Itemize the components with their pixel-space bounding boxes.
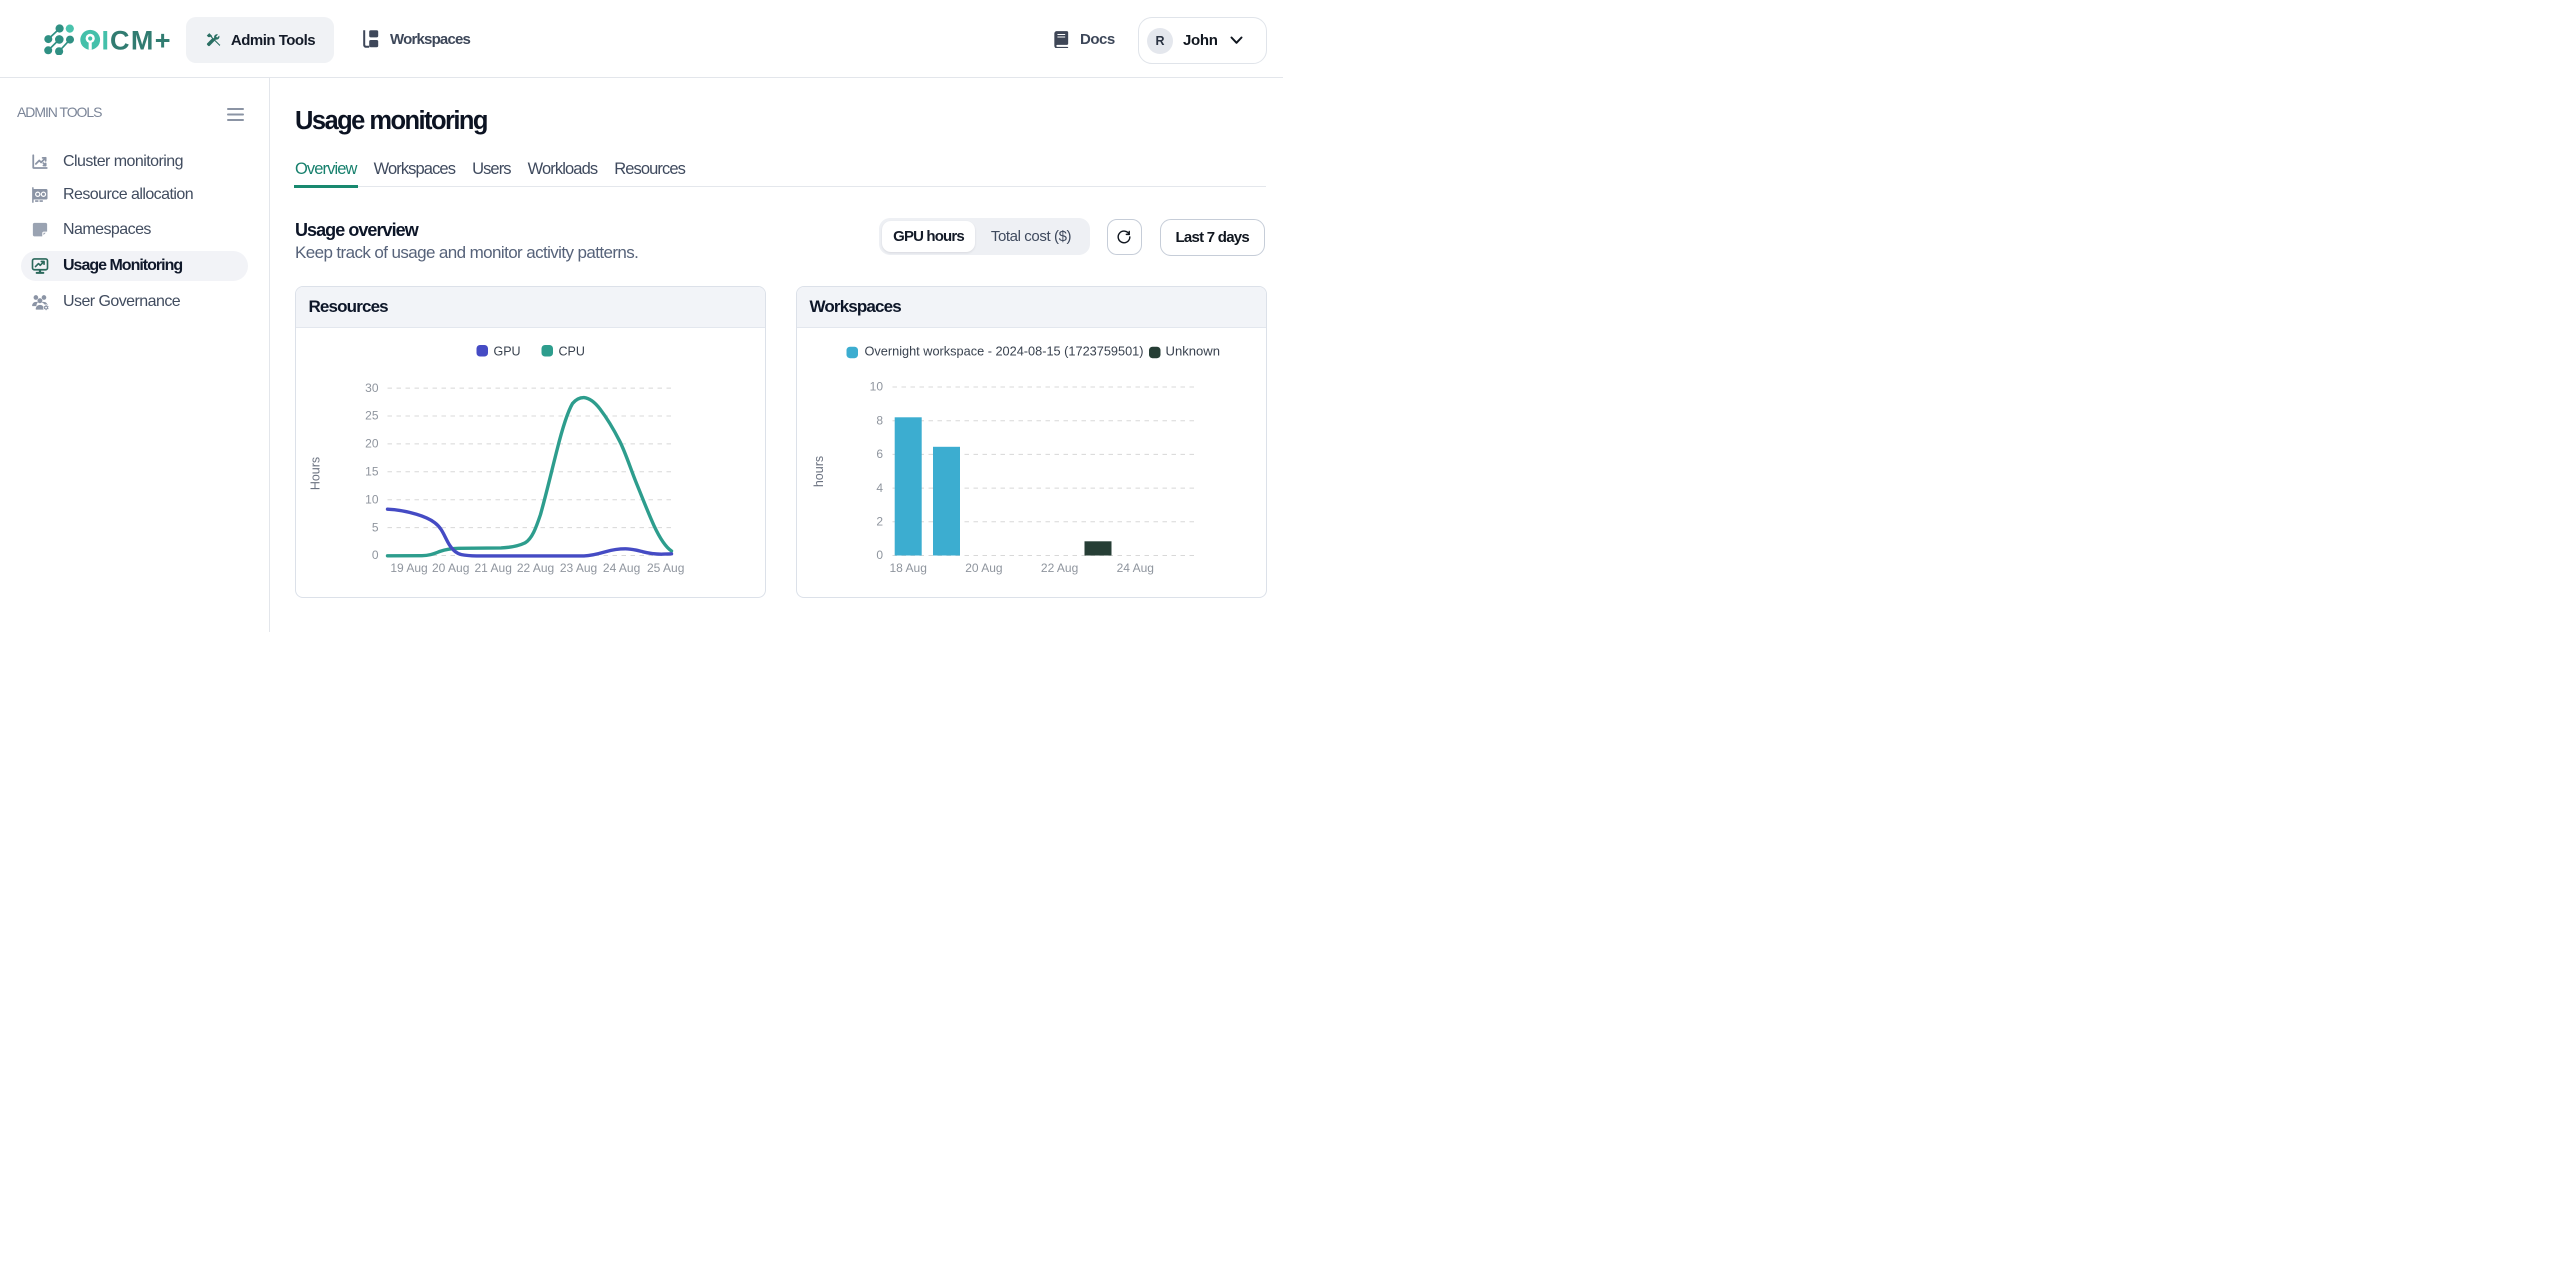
svg-text:22 Aug: 22 Aug xyxy=(1041,560,1078,574)
svg-text:10: 10 xyxy=(870,379,884,393)
svg-text:Hours: Hours xyxy=(309,456,323,489)
svg-text:24 Aug: 24 Aug xyxy=(603,560,640,574)
svg-text:24 Aug: 24 Aug xyxy=(1117,560,1154,574)
svg-text:20: 20 xyxy=(365,436,379,450)
svg-text:0: 0 xyxy=(372,548,379,562)
svg-text:21 Aug: 21 Aug xyxy=(475,560,512,574)
svg-text:GPU: GPU xyxy=(494,344,521,358)
svg-text:22 Aug: 22 Aug xyxy=(517,560,554,574)
svg-text:4: 4 xyxy=(876,480,883,494)
svg-text:CPU: CPU xyxy=(559,344,585,358)
svg-text:18 Aug: 18 Aug xyxy=(890,560,927,574)
svg-text:hours: hours xyxy=(812,455,826,486)
svg-text:10: 10 xyxy=(365,492,379,506)
svg-text:0: 0 xyxy=(876,548,883,562)
svg-text:2: 2 xyxy=(876,514,883,528)
svg-text:25 Aug: 25 Aug xyxy=(647,560,684,574)
svg-text:20 Aug: 20 Aug xyxy=(432,560,469,574)
svg-text:30: 30 xyxy=(365,380,379,394)
svg-text:20 Aug: 20 Aug xyxy=(965,560,1002,574)
svg-text:CM+: CM+ xyxy=(110,26,172,56)
svg-text:Unknown: Unknown xyxy=(1166,344,1221,358)
svg-text:23 Aug: 23 Aug xyxy=(560,560,597,574)
svg-text:25: 25 xyxy=(365,408,379,422)
svg-text:6: 6 xyxy=(876,447,883,461)
svg-text:15: 15 xyxy=(365,464,379,478)
svg-text:8: 8 xyxy=(876,413,883,427)
svg-text:19 Aug: 19 Aug xyxy=(390,560,427,574)
svg-text:Overnight workspace - 2024-08-: Overnight workspace - 2024-08-15 (172375… xyxy=(865,344,1144,358)
svg-text:5: 5 xyxy=(372,520,379,534)
